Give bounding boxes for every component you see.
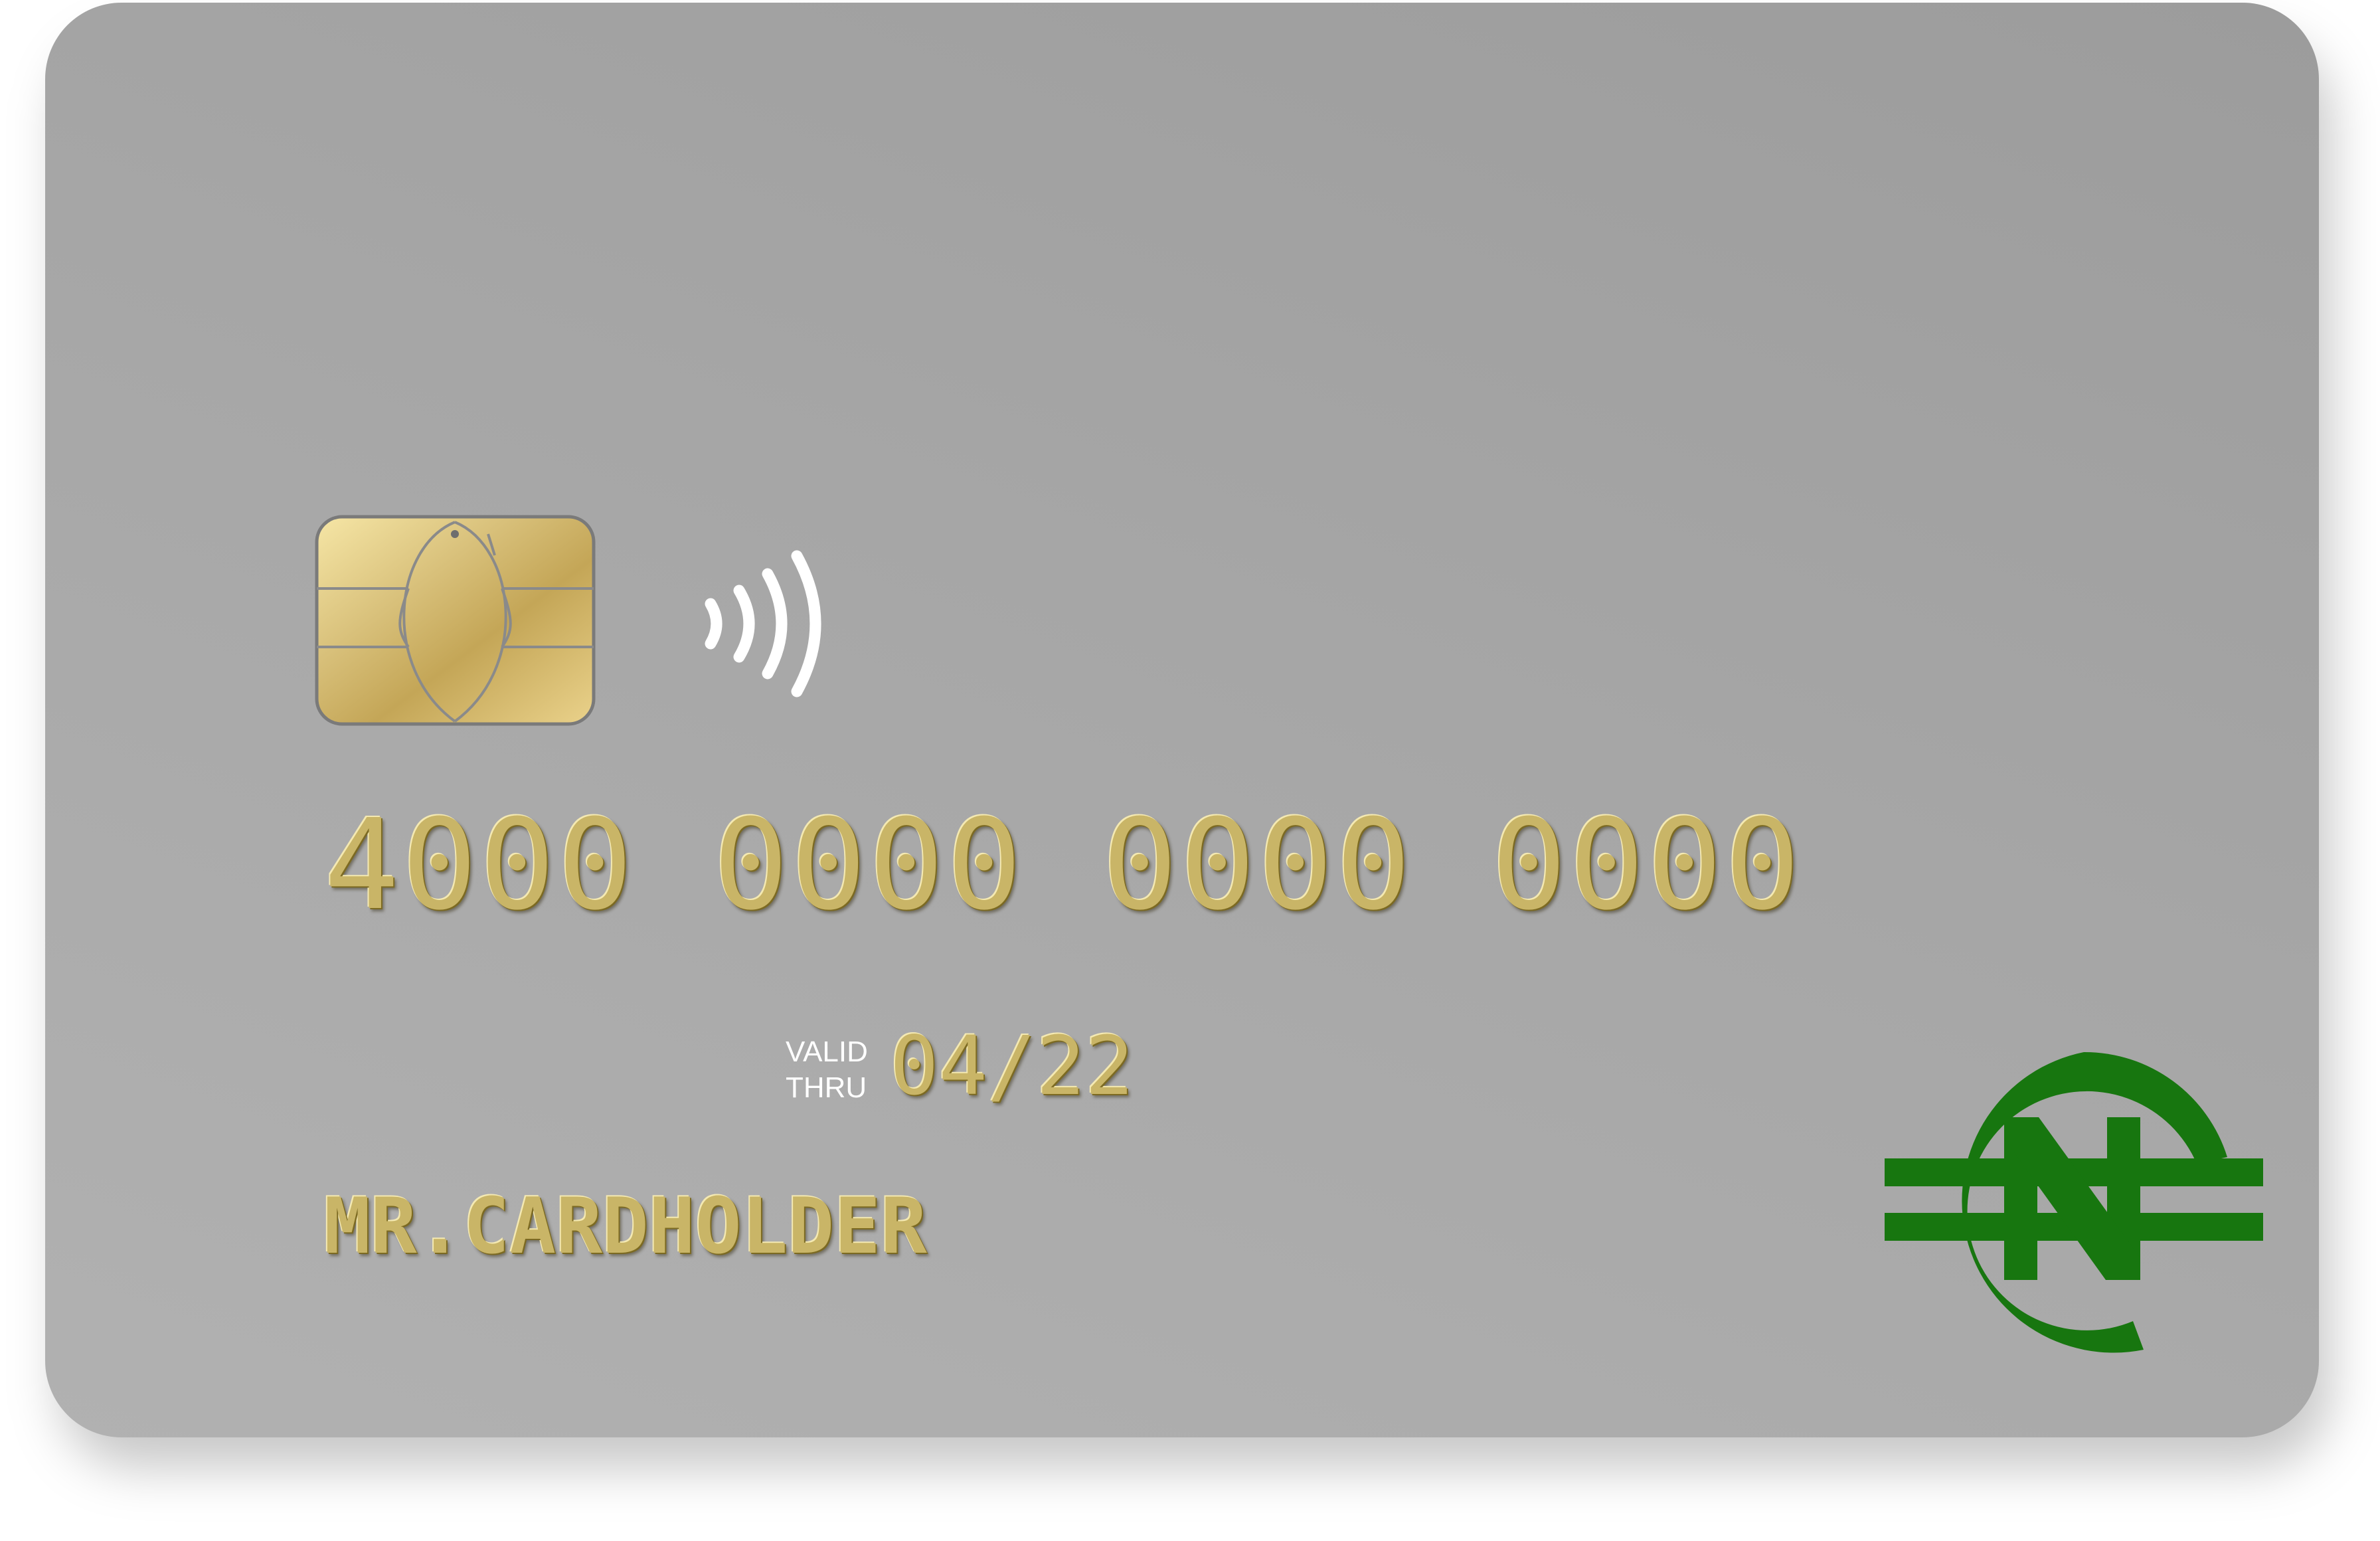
card-number: 4000 0000 0000 0000 <box>324 792 1803 938</box>
naira-logo-icon <box>1885 1051 2263 1353</box>
chip-icon <box>315 515 596 726</box>
canvas: 4000 0000 0000 0000 VALID THRU 04/22 MR.… <box>0 0 2380 1541</box>
expiry-date: 04/22 <box>890 1019 1134 1113</box>
valid-thru-label: VALID THRU <box>786 1034 868 1106</box>
credit-card: 4000 0000 0000 0000 VALID THRU 04/22 MR.… <box>45 3 2319 1437</box>
cardholder-name: MR.CARDHOLDER <box>324 1182 927 1271</box>
valid-label-line2: THRU <box>786 1071 867 1104</box>
contactless-icon <box>705 550 821 697</box>
valid-label-line1: VALID <box>786 1036 868 1068</box>
